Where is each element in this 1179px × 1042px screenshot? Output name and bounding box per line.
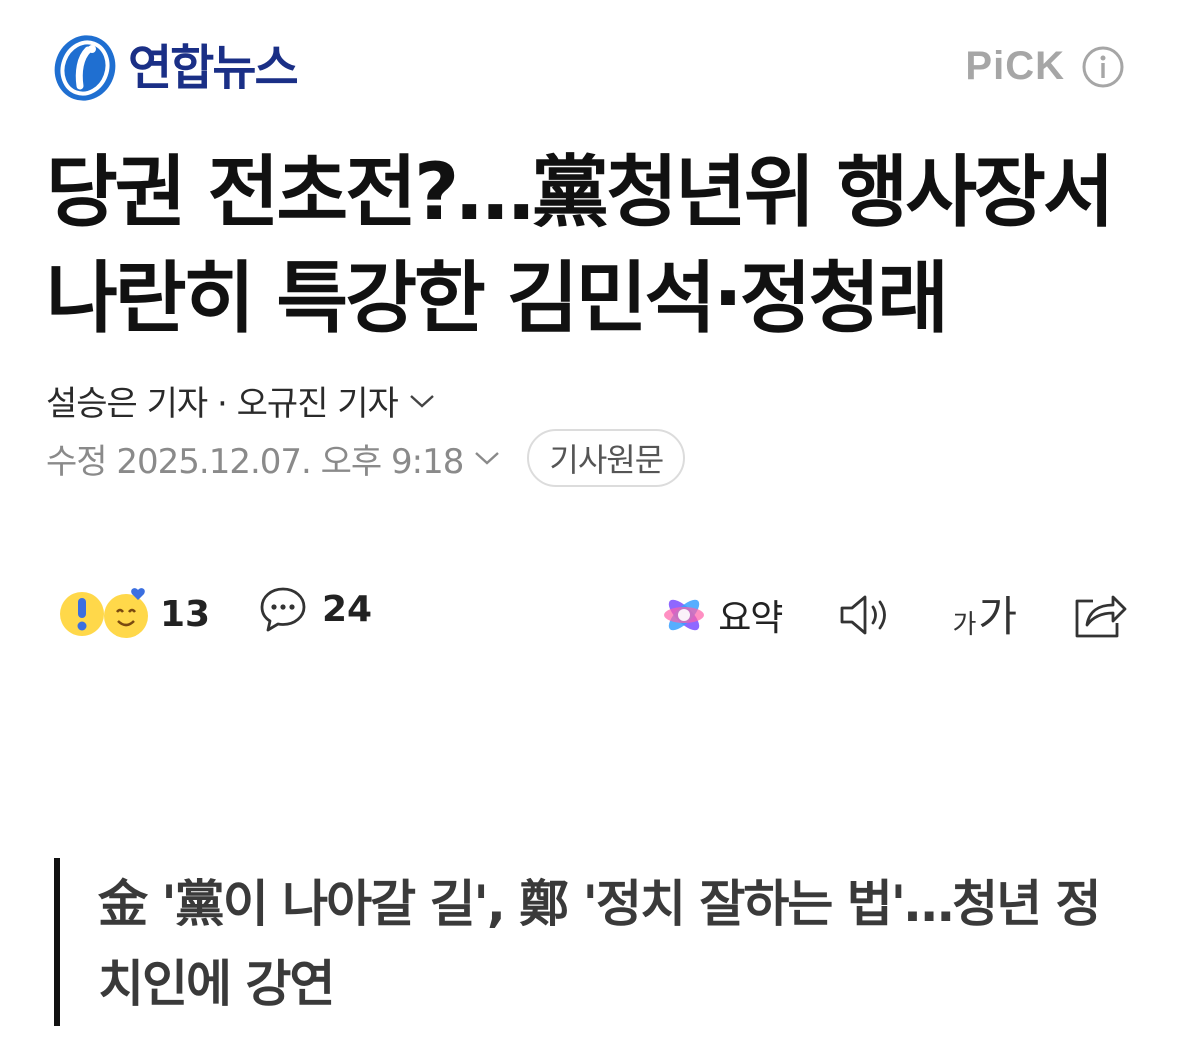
reporter-names: 설승은 기자 · 오규진 기자 [46, 384, 399, 424]
font-size-small-label: 가 [952, 610, 977, 640]
original-article-button[interactable]: 기사원문 [527, 429, 686, 487]
ai-summary-icon [664, 599, 705, 631]
modified-date-toggle[interactable]: 수정 2025.12.07. 오후 9:18 [46, 434, 501, 483]
comment-icon [260, 587, 306, 632]
font-size-big-label: 가 [978, 592, 1017, 641]
pick-label: PiCK [965, 44, 1065, 88]
share-icon[interactable] [1071, 589, 1129, 641]
font-size-icon[interactable]: 가 가 [952, 590, 1017, 641]
pick-badge[interactable]: PiCK [965, 44, 1125, 89]
chevron-down-icon [475, 452, 500, 465]
reaction-count: 13 [160, 593, 211, 635]
summary-label: 요약 [718, 598, 783, 639]
smile-emoji-icon [104, 588, 148, 638]
comment-button[interactable]: 24 [258, 584, 372, 634]
comment-count: 24 [322, 588, 373, 630]
press-name: 연합뉴스 [128, 40, 299, 96]
article-header: 연합뉴스 PiCK [0, 0, 1179, 130]
modified-date: 수정 2025.12.07. 오후 9:18 [46, 441, 464, 482]
info-icon[interactable] [1081, 45, 1125, 89]
reporter-dropdown[interactable]: 설승은 기자 · 오규진 기자 [46, 376, 436, 425]
article-headline: 당권 전초전?…黨청년위 행사장서 나란히 특강한 김민석·정청래 [46, 148, 1115, 344]
article-tools: 요약 가 가 [660, 580, 1129, 650]
article-subheadline: 金 '黨이 나아갈 길', 鄭 '정치 잘하는 법'…청년 정치인에 강연 [54, 858, 1134, 1026]
reaction-emoji-icon [56, 584, 152, 644]
article-toolbar: 13 24 요약 가 가 [0, 580, 1179, 650]
yonhap-logo-icon [54, 35, 116, 101]
speaker-icon[interactable] [838, 591, 896, 639]
summary-button[interactable]: 요약 [660, 589, 783, 641]
chevron-down-icon [410, 394, 434, 408]
subheadline-text: 金 '黨이 나아갈 길', 鄭 '정치 잘하는 법'…청년 정치인에 강연 [98, 875, 1101, 1013]
press-logo[interactable]: 연합뉴스 [50, 32, 299, 104]
reaction-button[interactable]: 13 [56, 584, 210, 644]
article-dateline: 수정 2025.12.07. 오후 9:18 기사원문 [46, 428, 686, 488]
